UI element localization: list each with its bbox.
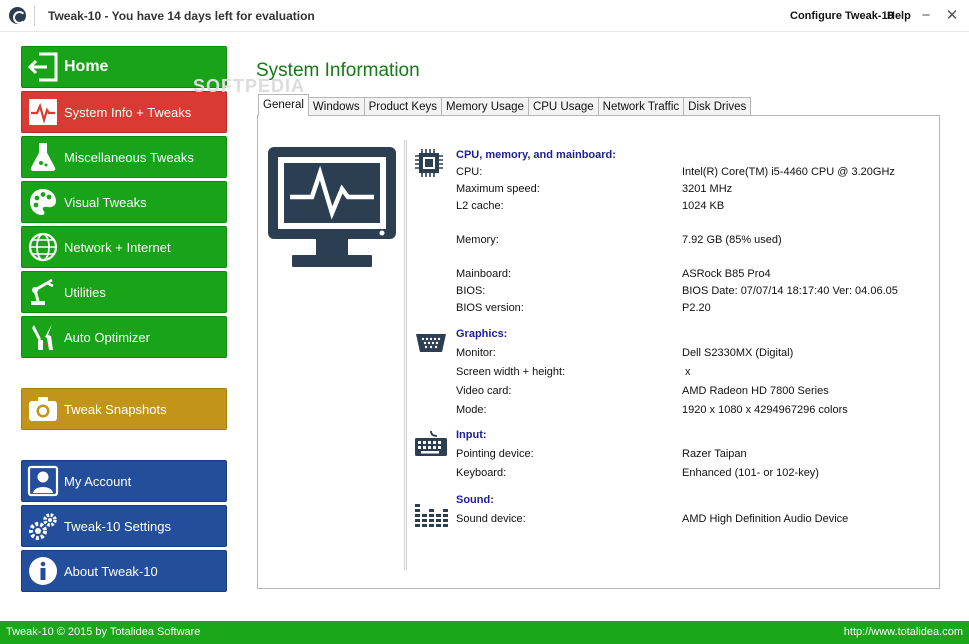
nav-utilities-label: Utilities	[64, 284, 106, 300]
bios-version-value: P2.20	[682, 302, 711, 314]
tools-icon	[25, 319, 61, 355]
palette-icon	[25, 184, 61, 220]
nav-tweak-settings-label: Tweak-10 Settings	[64, 518, 171, 534]
max-speed-label: Maximum speed:	[456, 183, 540, 195]
user-icon	[25, 463, 61, 499]
system-monitor-icon	[268, 147, 396, 267]
section-sound-header: Sound:	[456, 494, 494, 506]
help-menu[interactable]: Help	[887, 10, 911, 22]
cpu-label: CPU:	[456, 166, 483, 178]
status-bar: Tweak-10 © 2015 by Totalidea Software ht…	[0, 621, 969, 644]
max-speed-value: 3201 MHz	[682, 183, 733, 195]
keyboard-label: Keyboard:	[456, 467, 507, 479]
robot-arm-icon	[25, 274, 61, 310]
nav-system-info[interactable]: System Info + Tweaks	[21, 91, 227, 133]
nav-misc-tweaks-label: Miscellaneous Tweaks	[64, 149, 194, 165]
nav-about[interactable]: About Tweak-10	[21, 550, 227, 592]
nav-utilities[interactable]: Utilities	[21, 271, 227, 313]
title-separator	[34, 6, 35, 26]
monitor-label: Monitor:	[456, 347, 496, 359]
nav-tweak-settings[interactable]: Tweak-10 Settings	[21, 505, 227, 547]
title-bar: Tweak-10 - You have 14 days left for eva…	[0, 0, 969, 32]
section-graphics-header: Graphics:	[456, 328, 508, 340]
nav-tweak-snapshots[interactable]: Tweak Snapshots	[21, 388, 227, 430]
gears-icon	[25, 508, 61, 544]
tab-product-keys[interactable]: Product Keys	[363, 97, 442, 116]
nav-misc-tweaks[interactable]: Miscellaneous Tweaks	[21, 136, 227, 178]
mainboard-value: ASRock B85 Pro4	[682, 268, 771, 280]
nav-visual-tweaks[interactable]: Visual Tweaks	[21, 181, 227, 223]
cpu-value: Intel(R) Core(TM) i5-4460 CPU @ 3.20GHz	[682, 166, 895, 178]
equalizer-icon	[415, 504, 448, 527]
copyright-text: Tweak-10 © 2015 by Totalidea Software	[6, 626, 201, 638]
tab-strip: General Windows Product Keys Memory Usag…	[258, 94, 752, 116]
l2-cache-label: L2 cache:	[456, 200, 504, 212]
mainboard-label: Mainboard:	[456, 268, 512, 280]
nav-auto-optimizer-label: Auto Optimizer	[64, 329, 150, 345]
section-input-header: Input:	[456, 429, 487, 441]
mode-label: Mode:	[456, 404, 487, 416]
video-card-label: Video card:	[456, 385, 512, 397]
website-link[interactable]: http://www.totalidea.com	[844, 626, 963, 638]
tab-windows[interactable]: Windows	[307, 97, 365, 116]
monitor-value: Dell S2330MX (Digital)	[682, 347, 794, 359]
memory-label: Memory:	[456, 234, 499, 246]
nav-network-internet[interactable]: Network + Internet	[21, 226, 227, 268]
pointing-device-label: Pointing device:	[456, 448, 534, 460]
home-exit-icon	[25, 49, 61, 85]
camera-icon	[25, 391, 61, 427]
tab-network-traffic[interactable]: Network Traffic	[597, 97, 685, 116]
globe-icon	[25, 229, 61, 265]
configure-menu[interactable]: Configure Tweak-10	[790, 10, 894, 22]
info-icon	[25, 553, 61, 589]
video-card-value: AMD Radeon HD 7800 Series	[682, 385, 829, 397]
panel-divider	[404, 140, 407, 570]
page-title: System Information	[256, 60, 420, 81]
mode-value: 1920 x 1080 x 4294967296 colors	[682, 404, 848, 416]
nav-tweak-snapshots-label: Tweak Snapshots	[64, 401, 167, 417]
nav-system-info-label: System Info + Tweaks	[64, 104, 192, 120]
flask-icon	[25, 139, 61, 175]
section-cpu-header: CPU, memory, and mainboard:	[456, 149, 616, 161]
app-logo-icon[interactable]	[9, 7, 26, 24]
vga-port-icon	[416, 334, 446, 352]
sound-device-value: AMD High Definition Audio Device	[682, 513, 849, 525]
tab-cpu-usage[interactable]: CPU Usage	[527, 97, 599, 116]
tab-general[interactable]: General	[258, 94, 309, 116]
l2-cache-value: 1024 KB	[682, 200, 725, 212]
nav-my-account-label: My Account	[64, 473, 132, 489]
minimize-button[interactable]: −	[914, 5, 938, 27]
nav-about-label: About Tweak-10	[64, 563, 158, 579]
memory-value: 7.92 GB (85% used)	[682, 234, 782, 246]
tab-disk-drives[interactable]: Disk Drives	[683, 97, 752, 116]
bios-version-label: BIOS version:	[456, 302, 524, 314]
bios-value: BIOS Date: 07/07/14 18:17:40 Ver: 04.06.…	[682, 285, 898, 297]
nav-auto-optimizer[interactable]: Auto Optimizer	[21, 316, 227, 358]
nav-my-account[interactable]: My Account	[21, 460, 227, 502]
window-title: Tweak-10 - You have 14 days left for eva…	[48, 9, 315, 23]
pointing-device-value: Razer Taipan	[682, 448, 747, 460]
bios-label: BIOS:	[456, 285, 486, 297]
screen-size-label: Screen width + height:	[456, 366, 566, 378]
screen-size-value: x	[685, 366, 691, 378]
cpu-chip-icon	[415, 149, 443, 177]
sound-device-label: Sound device:	[456, 513, 526, 525]
nav-network-internet-label: Network + Internet	[64, 239, 171, 255]
nav-home-label: Home	[64, 58, 109, 75]
tab-memory-usage[interactable]: Memory Usage	[440, 97, 529, 116]
heartbeat-icon	[25, 94, 61, 130]
keyboard-value: Enhanced (101- or 102-key)	[682, 467, 819, 479]
close-button[interactable]: ✕	[940, 5, 964, 27]
nav-visual-tweaks-label: Visual Tweaks	[64, 194, 147, 210]
keyboard-icon	[415, 430, 447, 456]
